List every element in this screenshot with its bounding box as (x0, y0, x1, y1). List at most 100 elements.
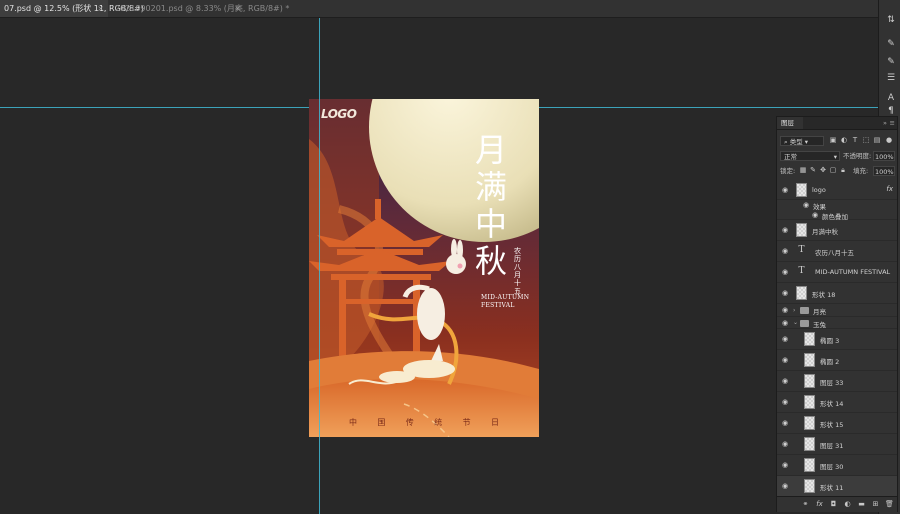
visibility-eye-icon[interactable]: ◉ (801, 201, 811, 209)
pixel-filter-icon[interactable]: ▣ (829, 136, 837, 144)
layer-thumbnail (804, 416, 815, 430)
visibility-eye-icon[interactable]: ◉ (780, 335, 790, 343)
link-layers-icon[interactable]: ⚭ (801, 500, 810, 509)
poster-title-char: 满 (475, 168, 508, 206)
layer-effect-row[interactable]: ◉ 效果 (777, 200, 897, 211)
tab-close-icon[interactable]: × (234, 0, 241, 17)
layer-row[interactable]: ◉ 形状 18 (777, 283, 897, 304)
visibility-eye-icon[interactable]: ◉ (810, 211, 820, 219)
filter-toggle-icon[interactable]: ● (885, 136, 893, 144)
adjustment-layer-icon[interactable]: ◐ (843, 500, 852, 509)
poster-canvas[interactable]: LOGO 月 满 中 秋 农历八月十五 MID-AUTUMN FESTIVAL … (309, 99, 539, 437)
slogan-char: 中 (349, 418, 357, 427)
layers-bottom-toolbar: ⚭ fx ◘ ◐ ▬ ⊞ 🗑︎ (777, 496, 897, 512)
panel-menu-icon[interactable]: ≡ (890, 117, 895, 129)
blend-opacity-row: 正常 ▾ 不透明度: 100% (777, 150, 897, 163)
blend-mode-value: 正常 (784, 153, 797, 161)
layer-row[interactable]: ◉ 图层 33 (777, 371, 897, 392)
fill-label: 填充: (853, 167, 869, 175)
layer-row[interactable]: ◉ 形状 14 (777, 392, 897, 413)
layer-row[interactable]: ◉ 椭圆 2 (777, 350, 897, 371)
poster-english-title-line: MID-AUTUMN (481, 294, 530, 301)
visibility-eye-icon[interactable]: ◉ (780, 356, 790, 364)
layer-filter-row: ⌕ 类型 ▾ ▣ ◐ T ⬚ ▤ ● (777, 135, 897, 148)
trash-icon[interactable]: 🗑︎ (885, 500, 894, 509)
lock-position-icon[interactable]: ✥ (819, 166, 827, 174)
type-filter-icon[interactable]: T (851, 136, 859, 144)
layer-row-selected[interactable]: ◉ 形状 11 (777, 476, 897, 496)
adjustment-filter-icon[interactable]: ◐ (840, 136, 848, 144)
character-icon[interactable]: A (884, 92, 898, 104)
chevron-right-icon[interactable]: › (793, 307, 795, 314)
layer-thumbnail (804, 395, 815, 409)
new-layer-icon[interactable]: ⊞ (871, 500, 880, 509)
layer-row[interactable]: ◉ 月满中秋 (777, 220, 897, 241)
document-tab-active[interactable]: 07.psd @ 12.5% (形状 11, RGB/8#) × (0, 0, 144, 17)
layer-thumbnail (804, 479, 815, 493)
visibility-eye-icon[interactable]: ◉ (780, 247, 790, 255)
adjust-icon[interactable]: ⇅ (884, 14, 898, 26)
visibility-eye-icon[interactable]: ◉ (780, 461, 790, 469)
layer-row[interactable]: ◉ 图层 30 (777, 455, 897, 476)
smart-object-filter-icon[interactable]: ▤ (873, 136, 881, 144)
sliders-icon[interactable]: ☰ (884, 72, 898, 84)
layer-row[interactable]: ◉ T MID-AUTUMN FESTIVAL (777, 262, 897, 283)
lock-pixels-icon[interactable]: ✎ (809, 166, 817, 174)
visibility-eye-icon[interactable]: ◉ (780, 319, 790, 327)
visibility-eye-icon[interactable]: ◉ (780, 186, 790, 194)
brush-icon[interactable]: ✎ (884, 38, 898, 50)
layer-row[interactable]: ◉ T 农历八月十五 (777, 241, 897, 262)
layer-name: 玉兔 (813, 321, 826, 329)
document-tab-inactive[interactable]: 2021090201.psd @ 8.33% (月亮, RGB/8#) * × (111, 0, 289, 17)
visibility-eye-icon[interactable]: ◉ (780, 377, 790, 385)
properties-icon[interactable]: ✎ (884, 56, 898, 68)
layer-row[interactable]: ◉ 形状 15 (777, 413, 897, 434)
lock-all-icon[interactable]: 🔒︎ (839, 166, 847, 174)
tab-close-icon[interactable]: × (97, 0, 104, 17)
visibility-eye-icon[interactable]: ◉ (780, 440, 790, 448)
layer-effects-badge[interactable]: fx (886, 185, 893, 193)
text-layer-icon: T (798, 245, 805, 255)
visibility-eye-icon[interactable]: ◉ (780, 289, 790, 297)
folder-icon (800, 320, 809, 327)
lock-transparency-icon[interactable]: ▦ (799, 166, 807, 174)
visibility-eye-icon[interactable]: ◉ (780, 226, 790, 234)
fx-icon[interactable]: fx (815, 500, 824, 509)
layer-name: 图层 31 (820, 442, 844, 450)
layer-name: 月满中秋 (812, 228, 838, 236)
visibility-eye-icon[interactable]: ◉ (780, 268, 790, 276)
poster-english-title-line: FESTIVAL (481, 302, 515, 309)
slogan-char: 统 (434, 418, 443, 427)
layer-thumbnail (804, 437, 815, 451)
lock-artboard-icon[interactable]: ▢ (829, 166, 837, 174)
blend-mode-select[interactable]: 正常 ▾ (780, 151, 840, 161)
tab-layers[interactable]: 图层 (777, 117, 803, 129)
new-group-icon[interactable]: ▬ (857, 500, 866, 509)
chevron-down-icon[interactable]: ⌄ (793, 319, 798, 326)
visibility-eye-icon[interactable]: ◉ (780, 306, 790, 314)
poster-title-char: 秋 (475, 242, 508, 280)
layer-row[interactable]: ◉ 图层 31 (777, 434, 897, 455)
opacity-field[interactable]: 100% (873, 151, 895, 161)
collapse-icon[interactable]: » (883, 117, 887, 129)
layer-filter-select[interactable]: ⌕ 类型 ▾ (780, 136, 824, 146)
layer-row[interactable]: ◉ 椭圆 3 (777, 329, 897, 350)
fill-field[interactable]: 100% (873, 166, 895, 176)
poster-title-char: 月 (475, 131, 508, 169)
vertical-guide[interactable] (319, 18, 320, 514)
layer-group-row[interactable]: ◉ › 月亮 (777, 304, 897, 317)
visibility-eye-icon[interactable]: ◉ (780, 482, 790, 490)
layer-thumbnail (796, 223, 807, 237)
layer-row-logo[interactable]: ◉ logo fx (777, 181, 897, 200)
add-mask-icon[interactable]: ◘ (829, 500, 838, 509)
visibility-eye-icon[interactable]: ◉ (780, 398, 790, 406)
layer-effect-row[interactable]: ◉ 颜色叠加 (777, 210, 897, 221)
visibility-eye-icon[interactable]: ◉ (780, 419, 790, 427)
layer-group-row[interactable]: ◉ ⌄ 玉兔 (777, 317, 897, 329)
slogan-char: 节 (462, 418, 471, 427)
layer-name: 形状 18 (812, 291, 836, 299)
shape-filter-icon[interactable]: ⬚ (862, 136, 870, 144)
tab-label: 2021090201.psd @ 8.33% (月亮, RGB/8#) * (115, 4, 290, 13)
layer-name: MID-AUTUMN FESTIVAL (815, 268, 891, 276)
filter-label: 类型 (789, 138, 803, 146)
